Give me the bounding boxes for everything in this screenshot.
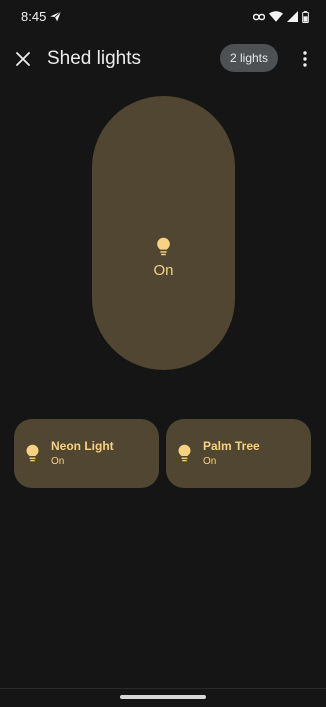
lightbulb-icon [26, 444, 39, 462]
wifi-icon [269, 11, 283, 22]
light-state: On [203, 456, 217, 467]
status-time: 8:45 [21, 9, 47, 24]
light-state: On [51, 456, 65, 467]
lights-count-chip[interactable]: 2 lights [220, 44, 278, 72]
close-button[interactable] [10, 46, 36, 72]
lightbulb-icon [178, 444, 191, 462]
status-bar: 8:45 [0, 0, 326, 32]
bottom-divider [0, 688, 326, 689]
app-bar: Shed lights 2 lights [0, 40, 326, 80]
light-tile-neon-light[interactable]: Neon Light On [14, 419, 159, 488]
battery-icon [302, 10, 309, 23]
lightbulb-icon [157, 237, 170, 256]
home-gesture-bar[interactable] [120, 695, 206, 699]
group-power-toggle[interactable]: On [92, 96, 235, 370]
link-icon [253, 13, 265, 20]
light-name: Neon Light [51, 439, 114, 453]
more-vert-icon [303, 51, 307, 67]
status-icons [253, 10, 309, 23]
send-icon [50, 11, 62, 22]
more-options-button[interactable] [294, 46, 316, 72]
light-name: Palm Tree [203, 439, 260, 453]
light-tile-palm-tree[interactable]: Palm Tree On [166, 419, 311, 488]
signal-icon [287, 11, 298, 22]
page-title: Shed lights [47, 48, 142, 69]
close-icon [16, 52, 30, 66]
group-state-label: On [153, 262, 174, 279]
